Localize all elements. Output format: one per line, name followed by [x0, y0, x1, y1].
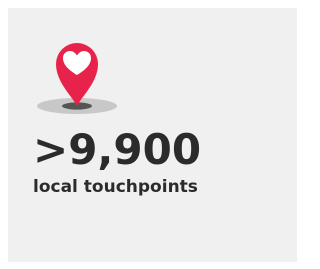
stat-value: >9,900 [33, 125, 202, 174]
heart-map-pin-icon [37, 43, 117, 114]
stat-card: >9,900 local touchpoints [8, 8, 297, 262]
stat-label: local touchpoints [33, 177, 198, 197]
